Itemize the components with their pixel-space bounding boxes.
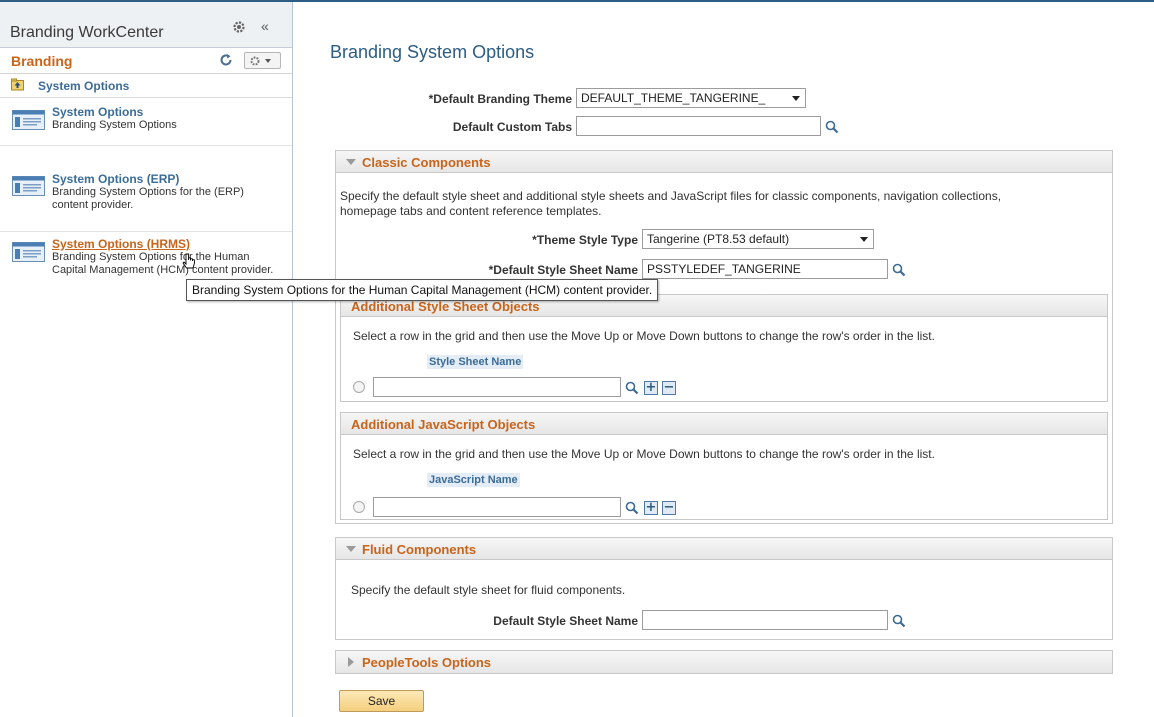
pagelet-header: Branding (0, 48, 292, 74)
page-title: Branding System Options (330, 42, 535, 62)
nav-item-description: Branding System Options (52, 119, 177, 131)
nav-back-system-options[interactable]: System Options (0, 74, 292, 98)
nav-item-description: Branding System Options for the Human (52, 251, 250, 263)
row-select-radio[interactable] (353, 501, 365, 513)
fluid-components-title: Fluid Components (362, 542, 477, 557)
classic-description-line-2: homepage tabs and content reference temp… (340, 204, 602, 218)
nav-item-description: content provider. (52, 199, 134, 211)
style-sheet-name-column-header[interactable]: Style Sheet Name (427, 355, 524, 369)
fluid-components-section: Fluid Components Specify the default sty… (335, 537, 1113, 640)
peopletools-options-section: PeopleTools Options (335, 650, 1113, 674)
default-custom-tabs-label: Default Custom Tabs (452, 120, 572, 134)
default-branding-theme-label: *Default Branding Theme (428, 92, 572, 106)
additional-style-sheets-title: Additional Style Sheet Objects (351, 299, 540, 314)
fluid-description: Specify the default style sheet for flui… (351, 583, 626, 597)
pagelet-options-button[interactable] (244, 52, 281, 69)
collapse-sidebar-icon[interactable]: « (261, 19, 269, 33)
pagelet-title: Branding (11, 53, 73, 69)
theme-style-type-label: *Theme Style Type (532, 233, 638, 247)
fluid-default-style-sheet-label: Default Style Sheet Name (493, 614, 638, 628)
classic-components-title: Classic Components (362, 155, 491, 170)
fluid-default-style-sheet-input[interactable] (642, 610, 888, 630)
main-content: Branding System Options *Default Brandin… (294, 2, 1154, 717)
search-icon[interactable] (892, 614, 906, 628)
collapse-triangle-icon[interactable] (346, 159, 356, 165)
additional-style-sheets-section: Additional Style Sheet Objects Select a … (340, 294, 1108, 402)
default-style-sheet-label: *Default Style Sheet Name (488, 263, 638, 277)
workcenter-header: Branding WorkCenter « (0, 2, 292, 48)
search-icon[interactable] (825, 120, 839, 134)
search-icon[interactable] (625, 381, 639, 395)
delete-row-button[interactable]: − (662, 381, 676, 395)
page-icon (12, 176, 45, 196)
nav-back-label: System Options (38, 79, 130, 93)
workcenter-sidebar: Branding WorkCenter « Branding System Op… (0, 2, 293, 717)
default-custom-tabs-input[interactable] (576, 116, 821, 136)
nav-item-system-options-erp[interactable]: System Options (ERP) Branding System Opt… (0, 146, 292, 232)
tooltip: Branding System Options for the Human Ca… (186, 279, 659, 301)
workcenter-title: Branding WorkCenter (10, 24, 164, 41)
nav-item-link[interactable]: System Options (ERP) (52, 172, 179, 186)
additional-javascript-instructions: Select a row in the grid and then use th… (353, 447, 935, 461)
expand-triangle-icon[interactable] (348, 657, 354, 667)
nav-item-link[interactable]: System Options (52, 105, 143, 119)
fluid-components-header[interactable]: Fluid Components (336, 538, 1112, 560)
additional-style-sheets-instructions: Select a row in the grid and then use th… (353, 329, 935, 343)
classic-components-section: Classic Components Specify the default s… (335, 150, 1113, 524)
additional-javascript-title: Additional JavaScript Objects (351, 417, 536, 432)
gear-icon[interactable] (232, 20, 246, 34)
folder-up-icon (11, 78, 24, 91)
search-icon[interactable] (892, 263, 906, 277)
peopletools-options-header[interactable]: PeopleTools Options (336, 651, 1112, 673)
nav-item-link[interactable]: System Options (HRMS) (52, 237, 190, 251)
refresh-icon[interactable] (219, 53, 233, 67)
collapse-triangle-icon[interactable] (346, 546, 356, 552)
nav-item-description: Branding System Options for the (ERP) (52, 186, 244, 198)
additional-javascript-header: Additional JavaScript Objects (341, 413, 1107, 435)
classic-description-line-1: Specify the default style sheet and addi… (340, 189, 1002, 203)
page-icon (12, 110, 45, 130)
additional-javascript-section: Additional JavaScript Objects Select a r… (340, 412, 1108, 520)
save-button[interactable]: Save (339, 690, 424, 712)
style-sheet-name-input[interactable] (373, 377, 621, 397)
hand-cursor-icon (182, 253, 195, 269)
search-icon[interactable] (625, 501, 639, 515)
theme-style-type-select[interactable]: Tangerine (PT8.53 default) (642, 229, 874, 249)
javascript-name-column-header[interactable]: JavaScript Name (427, 473, 520, 487)
default-style-sheet-input[interactable]: PSSTYLEDEF_TANGERINE (642, 259, 888, 279)
add-row-button[interactable]: + (644, 381, 658, 395)
page-icon (12, 242, 45, 262)
gear-dropdown-icon (250, 56, 271, 66)
nav-item-system-options[interactable]: System Options Branding System Options (0, 98, 292, 146)
default-branding-theme-select[interactable]: DEFAULT_THEME_TANGERINE_ (576, 88, 806, 108)
nav-item-description: Capital Management (HCM) content provide… (52, 264, 274, 276)
peopletools-options-title: PeopleTools Options (362, 655, 492, 670)
classic-components-header[interactable]: Classic Components (336, 151, 1112, 173)
javascript-name-input[interactable] (373, 497, 621, 517)
row-select-radio[interactable] (353, 381, 365, 393)
add-row-button[interactable]: + (644, 501, 658, 515)
delete-row-button[interactable]: − (662, 501, 676, 515)
